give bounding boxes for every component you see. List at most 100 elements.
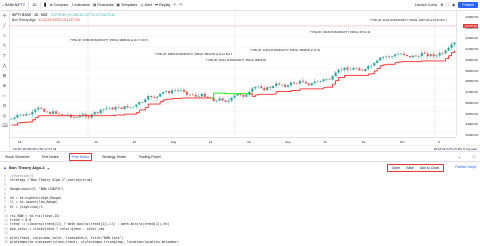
tab-stock-screener[interactable]: Stock Screener [3,154,32,160]
candle-body [417,56,420,57]
chevron-down-icon: ⌄ [46,164,50,170]
candle-body [168,91,171,94]
signal-annotation: TYPE-UP: 37466.35 BANKNIFTY, PRICE: 3698… [70,38,148,42]
add-to-chart-button[interactable]: Add to Chart [418,166,441,171]
candle-body [203,93,206,97]
candle-body [355,68,358,69]
candle-body [254,86,257,89]
candle-body [230,97,233,101]
zoom-icon[interactable]: ⊕ [0,81,9,91]
tab-trading-panel[interactable]: Trading Panel [136,154,162,160]
candle-body [257,86,260,87]
signal-annotation: TYPE-UP: 38845.40 BANKNIFTY, PRICE: 3810… [155,52,233,56]
candle-body [191,94,194,96]
candle-body [307,83,310,86]
redo-icon[interactable]: ↷ [179,3,182,7]
code-editor[interactable]: 1//@version=5 2 strategy ("Bon Theory Algo… [0,172,480,246]
layout-menu[interactable]: Launch Comp [415,3,437,7]
candle-body [251,88,254,92]
time-tick-label: 18 [132,139,136,144]
brush-icon[interactable]: ✎ [0,41,9,51]
price-tick-label: 37000.00 [465,90,478,95]
grid-icon: ▦ [116,3,120,7]
settings-icon[interactable]: ⚙ [440,3,443,7]
candle-body [391,56,394,58]
lock-icon[interactable]: ⊡ [0,101,9,111]
save-button[interactable]: Save [404,166,416,171]
drawing-toolbar: ✛ ╱ ≡ ✎ T ⋀ ⊞ ⊕ ∩ ⊡ ◎ ⌫ [0,11,10,148]
candle-body [441,53,444,54]
price-chart: TYPE-UP: 37466.35 BANKNIFTY, PRICE: 3698… [10,11,456,137]
pine-editor-toolbar: ▲ Bon Theory Algo-2 ⌄ Open Save Add to C… [0,161,480,172]
tab-strategy-tester[interactable]: Strategy Tester [100,154,128,160]
price-tick-label: 35000.00 [465,111,478,116]
maximize-panel-icon[interactable]: □ [471,154,477,160]
candle-body [233,95,236,98]
candle-body [197,96,200,97]
replay-icon: ⏮ [154,3,159,7]
trend-line-segment [273,91,277,95]
trend-line-segment [320,87,325,90]
publish-button[interactable]: Publish [458,2,478,8]
compare-button[interactable]: ⊕ Compare [50,3,69,7]
alert-button[interactable]: ◷ Alert [140,3,152,7]
replay-button[interactable]: ⏮ Replay [155,3,170,7]
trend-line-segment [222,92,227,94]
fullscreen-icon[interactable]: ⛶ [447,3,450,7]
chart-icon: ▤ [92,3,97,7]
financials-button[interactable]: ▤ Financials [93,3,114,7]
price-tick-label: 36000.00 [465,100,478,105]
magnet-icon[interactable]: ∩ [0,91,9,101]
chart-pane[interactable]: NIFTY BANK · 1D · NSE O40795.50 H41288.3… [10,11,456,137]
pattern-icon[interactable]: ⋀ [0,61,9,71]
code-text: plot(trend, color=bon_color, linewidth=2… [10,235,124,240]
trendline-icon[interactable]: ╱ [0,21,9,31]
candle-body [292,82,295,84]
crosshair-icon[interactable]: ✛ [0,11,9,21]
candle-body [236,94,239,96]
range-selector[interactable]: 1D 5D 1M 3M 6M YTD 1Y 5Y All [13,147,56,151]
candle-body [242,94,245,97]
publish-script-button[interactable]: Publish Script [455,165,476,169]
trend-line-segment [383,64,387,66]
symbol-search[interactable]: ⌕ BANKNIFTY [2,3,25,7]
templates-button[interactable]: ▦ Templates [117,3,138,7]
candle-body [278,83,281,85]
trash-icon[interactable]: ⌫ [0,121,9,131]
candle-body [182,89,185,92]
alarm-icon: ◷ [140,3,144,7]
time-axis[interactable]: 16 Jul 12 18 Aug 12 19 Sep 12 19 Oct 8 [10,137,456,145]
trend-line-segment [14,123,18,126]
candles-icon[interactable]: ▮ [44,2,47,8]
trend-line-segment [255,94,259,96]
signal-annotation: TYPE-UP: 39112.40 BANKNIFTY, PRICE: 3884… [206,58,266,62]
tab-text-notes[interactable]: Text Notes [40,154,61,160]
candle-body [328,79,331,80]
candle-body [25,113,28,116]
eye-icon[interactable]: ◎ [0,111,9,121]
time-tick-label: 19 [247,139,251,144]
price-axis[interactable]: 44000.0043000.0042000.0041000.0040000.00… [456,11,480,137]
price-tick-label: 38000.00 [465,79,478,84]
trend-line-segment [163,99,167,101]
interval-selector[interactable]: 1D [32,3,37,7]
fib-icon[interactable]: ≡ [0,31,9,41]
text-icon[interactable]: T [0,51,9,61]
candle-body [221,98,224,101]
camera-icon[interactable]: ◉ [452,3,455,7]
script-title[interactable]: ▲ Bon Theory Algo-2 ⌄ [3,165,50,170]
candle-body [215,100,218,102]
trend-line-segment [142,107,146,111]
trend-line-segment [157,101,161,105]
scale-options[interactable]: 09:18:20 (UTC+5:30) % log auto [434,147,477,151]
ruler-icon[interactable]: ⊞ [0,71,9,81]
candle-body [420,52,423,57]
tab-pine-editor[interactable]: Pine Editor [68,152,93,161]
candle-body [108,107,111,109]
trend-line-segment [445,55,450,59]
collapse-panel-icon[interactable]: ⌄ [456,154,463,160]
indicators-button[interactable]: ƒ Indicators [71,3,90,7]
open-button[interactable]: Open [390,166,402,171]
candle-body [60,114,64,116]
undo-icon[interactable]: ↶ [173,3,176,7]
